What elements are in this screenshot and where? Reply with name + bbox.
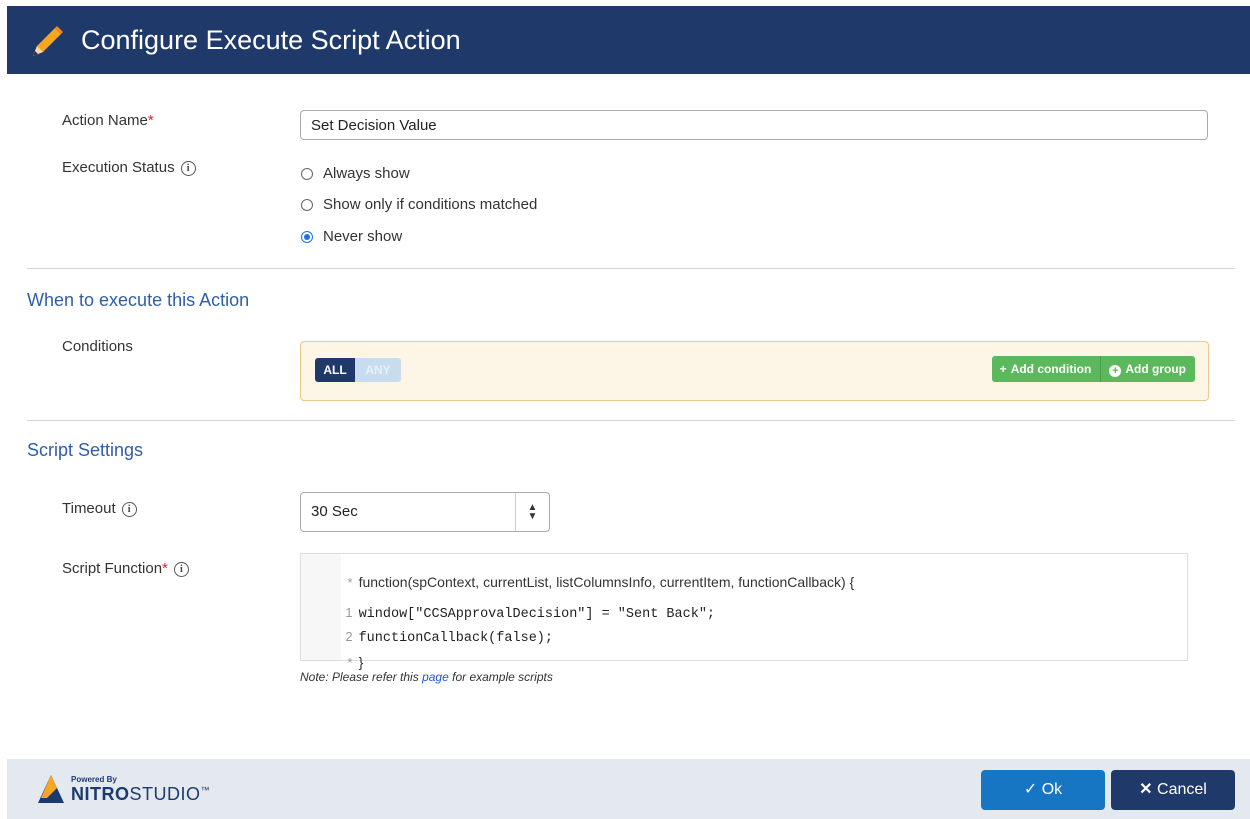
- dialog-header: Configure Execute Script Action: [7, 6, 1250, 74]
- nitro-logo-mark-icon: [38, 775, 64, 803]
- conditions-label: Conditions: [62, 338, 133, 355]
- dialog-title: Configure Execute Script Action: [81, 25, 461, 55]
- info-icon[interactable]: i: [180, 161, 196, 176]
- code-text: }: [358, 654, 364, 670]
- script-function-label: Script Function* i: [62, 560, 189, 577]
- check-icon: ✓: [1023, 781, 1038, 798]
- section-title-when: When to execute this Action: [27, 290, 250, 310]
- execution-status-label-text: Execution Status: [62, 159, 175, 176]
- add-condition-button[interactable]: + Add condition: [991, 356, 1101, 382]
- conditions-box: ALL ANY + Add condition + Add group: [300, 341, 1209, 401]
- plus-circle-icon: +: [1109, 365, 1122, 377]
- ok-label: Ok: [1041, 781, 1063, 798]
- radio-label: Never show: [323, 228, 403, 245]
- toggle-any[interactable]: ANY: [355, 358, 401, 382]
- section-divider: [27, 268, 1235, 269]
- radio-label: Always show: [323, 165, 410, 182]
- timeout-label: Timeout i: [62, 500, 137, 517]
- section-divider: [27, 420, 1235, 421]
- script-function-label-text: Script Function: [62, 560, 163, 577]
- radio-never-show[interactable]: Never show: [301, 228, 402, 245]
- all-any-toggle[interactable]: ALL ANY: [315, 358, 401, 382]
- up-down-arrows-icon: ▲ ▼: [515, 493, 549, 531]
- radio-button-selected[interactable]: [301, 231, 313, 243]
- script-editor[interactable]: * function(spContext, currentList, listCo…: [300, 553, 1188, 670]
- close-icon: ✕: [1139, 781, 1153, 798]
- radio-button[interactable]: [301, 168, 313, 180]
- required-mark: *: [162, 560, 168, 577]
- brand-rest: STUDIO: [129, 784, 201, 804]
- cancel-label: Cancel: [1157, 781, 1207, 798]
- ok-button[interactable]: ✓ Ok: [981, 770, 1105, 810]
- section-title-script: Script Settings: [27, 440, 144, 460]
- script-note: Note: Please refer this page for example…: [300, 670, 553, 684]
- add-group-label: Add group: [1125, 362, 1186, 376]
- example-scripts-link[interactable]: page: [422, 670, 449, 684]
- radio-button[interactable]: [301, 199, 313, 211]
- plus-icon: +: [999, 362, 1007, 376]
- brand-bold: NITRO: [71, 784, 130, 804]
- brand-text: NITROSTUDIO™: [71, 784, 210, 805]
- info-icon[interactable]: i: [173, 562, 189, 577]
- nitro-studio-logo: Powered By NITROSTUDIO™: [37, 772, 247, 806]
- radio-always-show[interactable]: Always show: [301, 165, 410, 182]
- note-prefix: Note: Please refer this: [300, 670, 419, 684]
- action-name-input[interactable]: [300, 110, 1208, 140]
- pencil-icon: [33, 26, 63, 56]
- radio-label: Show only if conditions matched: [323, 196, 538, 213]
- powered-by-text: Powered By: [71, 775, 117, 784]
- execution-status-label: Execution Status i: [62, 159, 196, 176]
- add-group-button[interactable]: + Add group: [1100, 356, 1195, 382]
- line-number: *: [347, 655, 353, 670]
- note-suffix: for example scripts: [452, 670, 553, 684]
- info-icon[interactable]: i: [121, 502, 137, 517]
- timeout-label-text: Timeout: [62, 500, 116, 517]
- code-text[interactable]: functionCallback(false);: [359, 631, 553, 646]
- toggle-all[interactable]: ALL: [315, 358, 355, 382]
- required-mark: *: [147, 112, 154, 129]
- condition-button-group: + Add condition + Add group: [991, 356, 1195, 382]
- trademark: ™: [200, 785, 211, 795]
- timeout-value: 30 Sec: [311, 503, 358, 520]
- cancel-button[interactable]: ✕ Cancel: [1111, 770, 1235, 810]
- timeout-select[interactable]: 30 Sec ▲ ▼: [300, 492, 550, 532]
- action-name-label: Action Name*: [62, 112, 154, 129]
- add-condition-label: Add condition: [1010, 362, 1092, 376]
- action-name-label-text: Action Name: [62, 112, 148, 129]
- radio-show-if-matched[interactable]: Show only if conditions matched: [301, 196, 537, 213]
